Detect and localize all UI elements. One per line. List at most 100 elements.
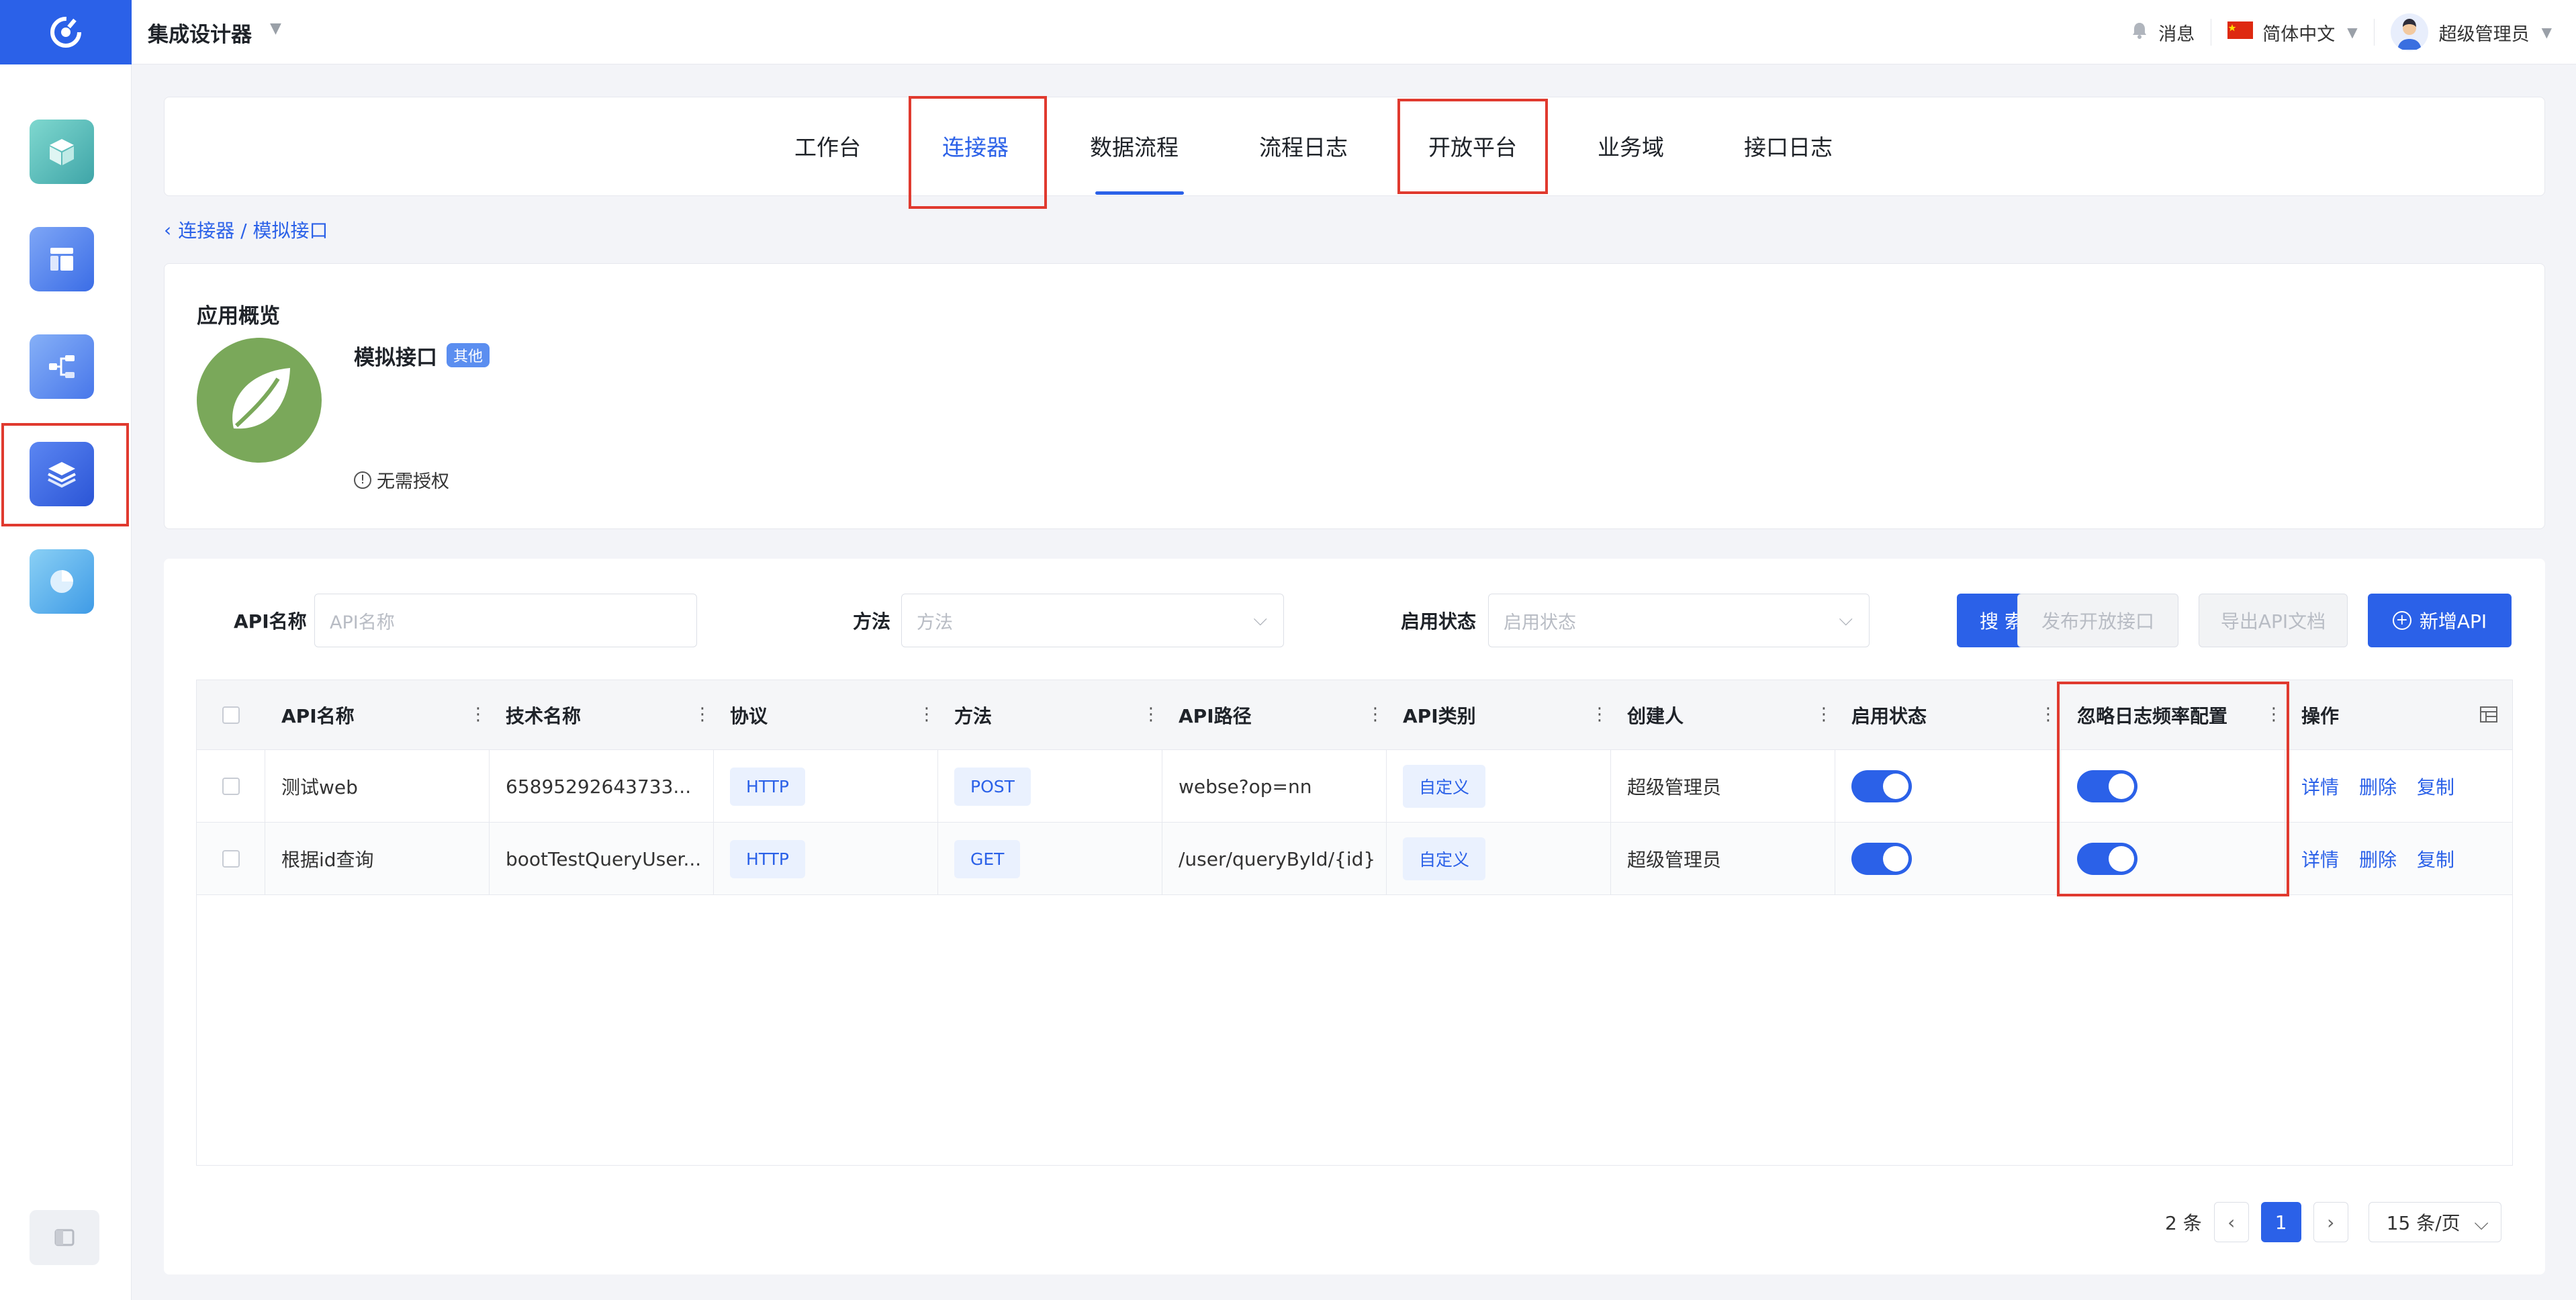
column-menu-icon[interactable]: ⋮ — [1367, 704, 1384, 725]
china-flag-icon — [2227, 21, 2254, 44]
overview-title: 应用概览 — [197, 304, 280, 328]
th-tech-name: 技术名称 — [506, 705, 582, 727]
add-button-label: 新增API — [2419, 610, 2487, 633]
language-label: 简体中文 — [2262, 24, 2336, 45]
status-select[interactable]: 启用状态 ⌵ — [1488, 594, 1870, 647]
app-title[interactable]: 集成设计器 — [148, 17, 252, 48]
protocol-tag: HTTP — [730, 839, 805, 878]
column-menu-icon[interactable]: ⋮ — [469, 704, 487, 725]
cell-tech-name: bootTestQueryUser... — [490, 823, 714, 895]
delete-link[interactable]: 删除 — [2359, 845, 2397, 872]
delete-link[interactable]: 删除 — [2359, 773, 2397, 800]
logo-icon — [50, 17, 81, 48]
th-method: 方法 — [954, 705, 993, 727]
cell-actions: 详情 删除 复制 — [2285, 823, 2512, 895]
column-menu-icon[interactable]: ⋮ — [2039, 704, 2057, 725]
cell-api-path: webse?op=nn — [1162, 750, 1387, 823]
pagination: 2 条 ‹ 1 › 15 条/页 ⌵ — [2165, 1202, 2501, 1242]
breadcrumb[interactable]: ‹ 连接器 / 模拟接口 — [164, 216, 328, 243]
language-switcher[interactable]: 简体中文 ▼ — [2227, 19, 2358, 46]
chevron-left-icon: ‹ — [164, 218, 172, 241]
cell-tech-name: 65895292643733... — [490, 750, 714, 823]
enabled-toggle[interactable] — [1851, 843, 1912, 875]
user-name: 超级管理员 — [2438, 24, 2530, 45]
column-menu-icon[interactable]: ⋮ — [694, 704, 711, 725]
app-name: 模拟接口 — [354, 346, 437, 370]
page-size-select[interactable]: 15 条/页 ⌵ — [2368, 1202, 2501, 1242]
chevron-down-icon: ⌵ — [1839, 609, 1853, 630]
column-menu-icon[interactable]: ⋮ — [1815, 704, 1833, 725]
info-icon: ! — [354, 471, 371, 489]
prev-page-button[interactable]: ‹ — [2213, 1202, 2249, 1242]
api-list-card: API名称 API名称 方法 方法 ⌵ 启用状态 启用状态 ⌵ 搜 索 发布开放… — [164, 559, 2545, 1274]
sidebar-item-pie-chart[interactable] — [30, 549, 94, 614]
detail-link[interactable]: 详情 — [2301, 845, 2339, 872]
cell-api-name: 测试web — [265, 750, 490, 823]
select-all-cell — [197, 680, 265, 750]
cell-actions: 详情 删除 复制 — [2285, 750, 2512, 823]
main-tabs: 工作台 连接器 数据流程 流程日志 开放平台 业务域 接口日志 — [164, 96, 2545, 209]
tab-flow-log[interactable]: 流程日志 — [1259, 130, 1348, 162]
chevron-left-icon: ‹ — [2227, 1211, 2236, 1234]
status-label: 启用状态 — [1401, 610, 1477, 633]
total-count: 2 条 — [2165, 1212, 2202, 1234]
sidebar-item-layout[interactable] — [30, 227, 94, 291]
cell-protocol: HTTP — [714, 823, 938, 895]
select-all-checkbox[interactable] — [222, 706, 240, 724]
row-select-cell — [197, 823, 265, 895]
export-api-doc-button[interactable]: 导出API文档 — [2199, 594, 2348, 647]
messages-label: 消息 — [2158, 24, 2195, 45]
cell-creator: 超级管理员 — [1611, 823, 1835, 895]
method-label: 方法 — [853, 610, 891, 633]
messages-button[interactable]: 消息 — [2130, 19, 2195, 46]
chevron-right-icon: › — [2327, 1211, 2335, 1234]
category-tag: 自定义 — [1403, 837, 1486, 880]
category-tag: 自定义 — [1403, 765, 1486, 808]
tab-business-domain[interactable]: 业务域 — [1598, 130, 1664, 162]
top-bar: 集成设计器 ▼ 消息 简体中文 ▼ 超级管理员 ▼ — [0, 0, 2576, 64]
next-page-button[interactable]: › — [2313, 1202, 2348, 1242]
chevron-down-icon[interactable]: ▼ — [270, 20, 281, 37]
spring-leaf-logo — [197, 338, 322, 463]
copy-link[interactable]: 复制 — [2417, 845, 2454, 872]
detail-link[interactable]: 详情 — [2301, 773, 2339, 800]
breadcrumb-text: 连接器 / 模拟接口 — [178, 220, 328, 242]
status-placeholder: 启用状态 — [1504, 612, 1576, 633]
app-logo[interactable] — [0, 0, 132, 64]
toggle-knob — [1883, 846, 1908, 872]
sidebar-item-flow[interactable] — [30, 334, 94, 399]
column-menu-icon[interactable]: ⋮ — [1591, 704, 1608, 725]
cell-method: POST — [938, 750, 1162, 823]
user-menu[interactable]: 超级管理员 ▼ — [2390, 13, 2552, 51]
left-sidebar — [0, 64, 132, 1300]
row-checkbox[interactable] — [222, 778, 240, 795]
publish-open-api-button[interactable]: 发布开放接口 — [2017, 594, 2178, 647]
app-overview-card: 应用概览 模拟接口 其他 ! 无需授权 — [164, 263, 2545, 529]
add-api-button[interactable]: + 新增API — [2368, 594, 2512, 647]
collapse-sidebar-button[interactable] — [30, 1210, 99, 1265]
sidebar-item-cube[interactable] — [30, 120, 94, 184]
chevron-down-icon: ▼ — [2541, 24, 2552, 40]
row-checkbox[interactable] — [222, 850, 240, 868]
tab-data-flow[interactable]: 数据流程 — [1090, 130, 1179, 162]
th-api-name: API名称 — [281, 705, 355, 727]
export-button-label: 导出API文档 — [2220, 610, 2326, 633]
th-api-category: API类别 — [1403, 705, 1476, 727]
th-protocol: 协议 — [730, 705, 768, 727]
current-page-button[interactable]: 1 — [2260, 1202, 2301, 1242]
toggle-knob — [1883, 774, 1908, 799]
api-name-input[interactable]: API名称 — [314, 594, 697, 647]
tab-open-platform-highlight — [1397, 99, 1548, 194]
divider — [2373, 19, 2375, 46]
tab-workbench[interactable]: 工作台 — [794, 130, 861, 162]
th-actions: 操作 — [2301, 705, 2340, 727]
copy-link[interactable]: 复制 — [2417, 773, 2454, 800]
method-select[interactable]: 方法 ⌵ — [901, 594, 1284, 647]
column-menu-icon[interactable]: ⋮ — [1142, 704, 1160, 725]
enabled-toggle[interactable] — [1851, 770, 1912, 802]
column-settings-icon[interactable] — [2479, 704, 2499, 727]
method-tag: GET — [954, 839, 1021, 878]
chevron-down-icon: ⌵ — [2474, 1212, 2489, 1234]
column-menu-icon[interactable]: ⋮ — [918, 704, 935, 725]
tab-interface-log[interactable]: 接口日志 — [1744, 130, 1833, 162]
